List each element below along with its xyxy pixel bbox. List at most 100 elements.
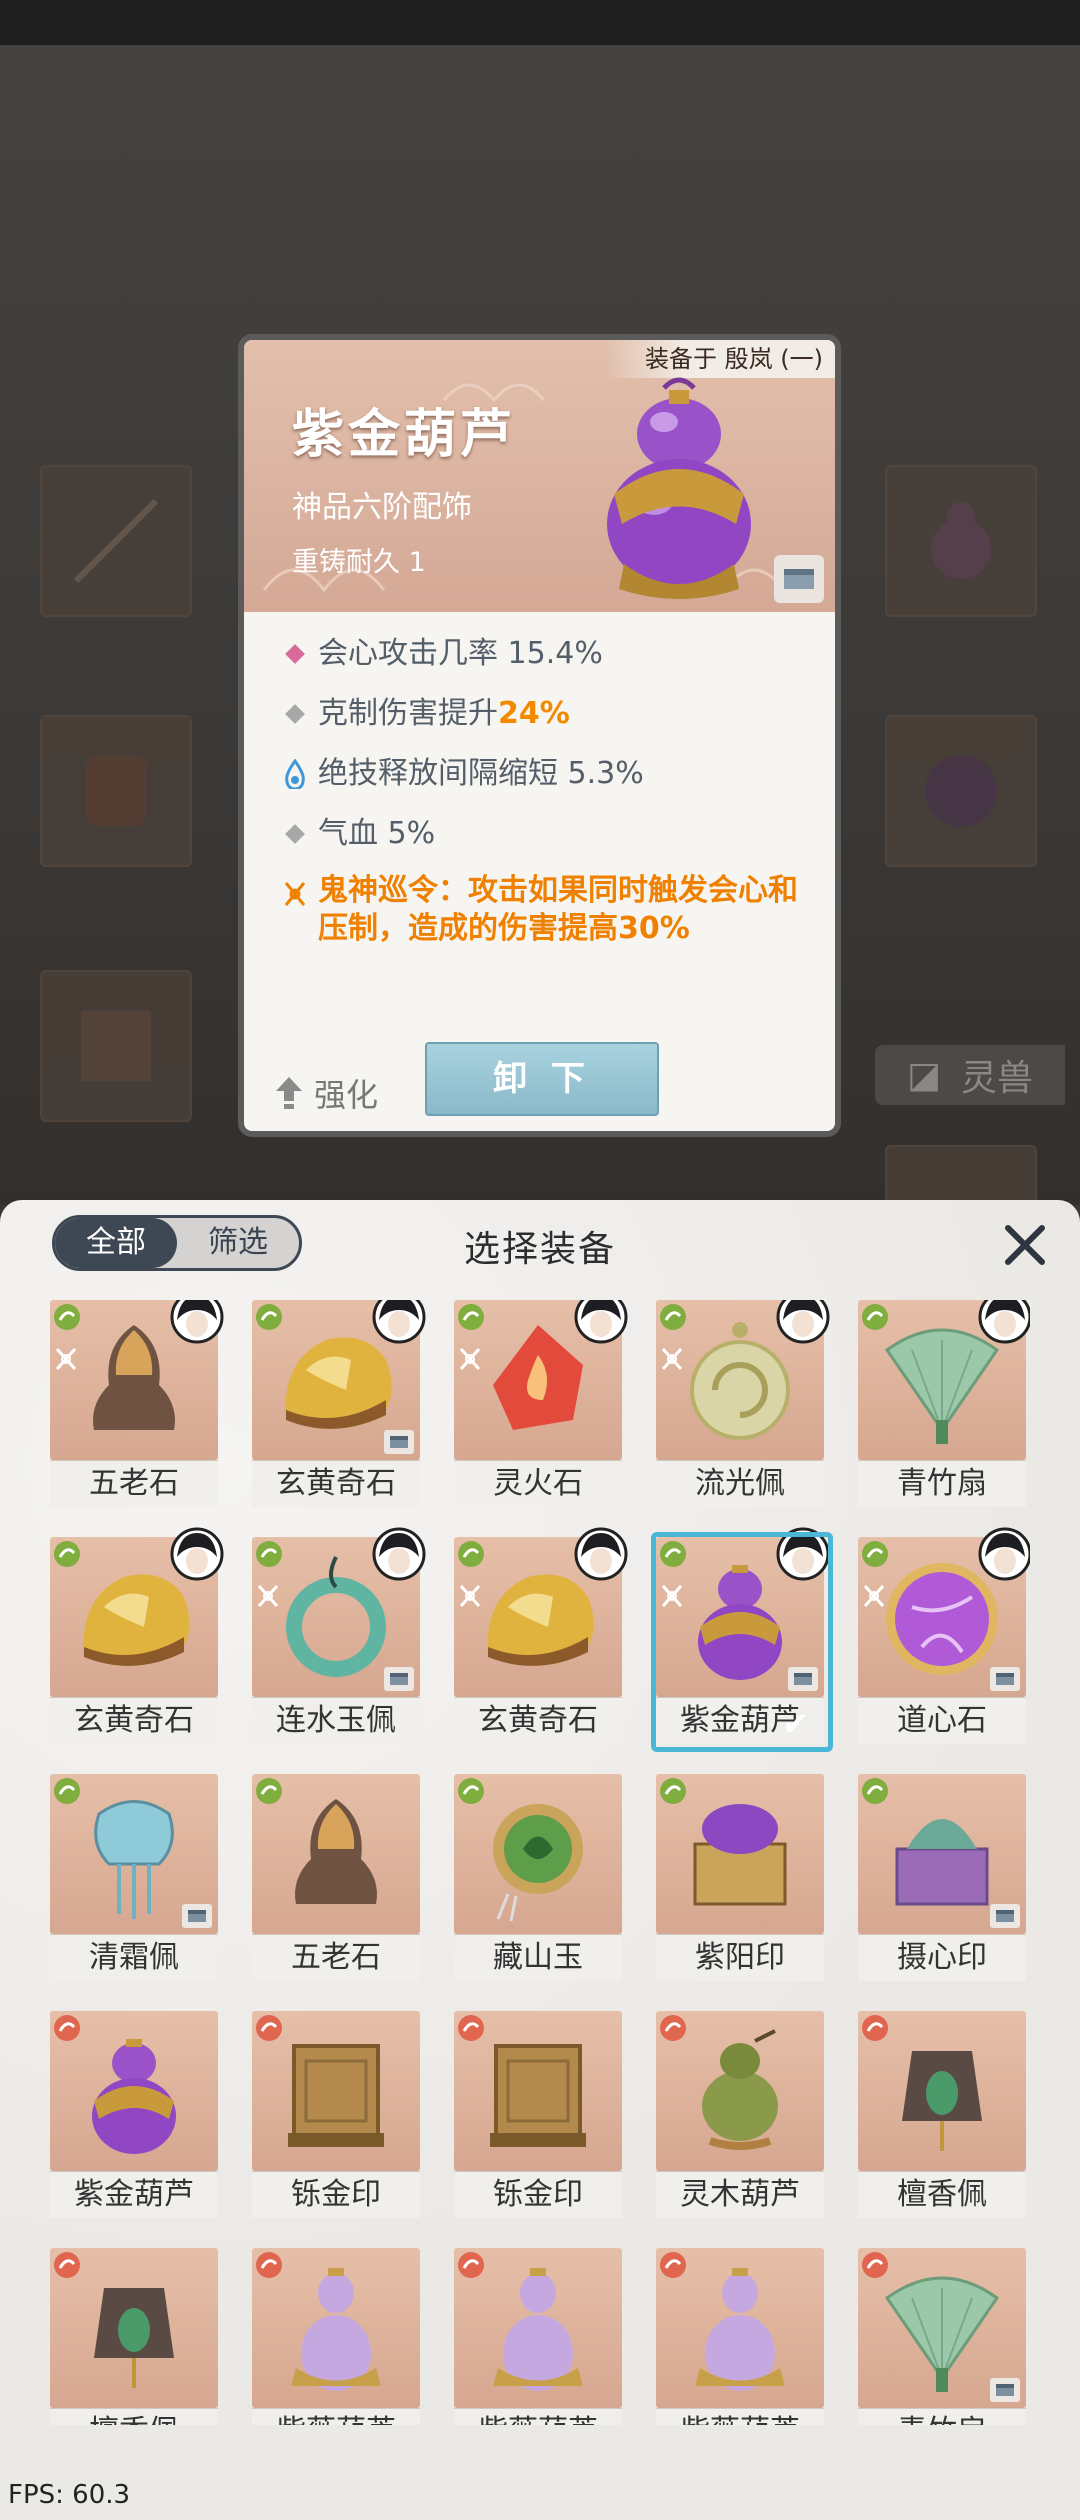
set-knot-icon [54, 1346, 78, 1376]
equipment-slot-accessory[interactable] [885, 465, 1037, 617]
item-name-label: 玄黄奇石 [50, 1697, 218, 1744]
element-icon [254, 1776, 284, 1810]
item-artwork [656, 1537, 824, 1697]
element-icon [860, 1539, 890, 1573]
stat-hp: 气血 5% [272, 812, 832, 856]
equipment-item[interactable]: 紫阳印 [656, 1774, 824, 1981]
equipment-item[interactable]: 檀香佩 [858, 2011, 1026, 2218]
sandal-icon [902, 2051, 982, 2151]
owner-avatar [170, 1527, 224, 1585]
equipment-item-selected[interactable]: 紫金葫芦 ✔ [651, 1527, 833, 1752]
element-icon [860, 2250, 890, 2284]
fan-icon [884, 2276, 1000, 2392]
close-icon[interactable] [1000, 1220, 1050, 1270]
equipment-selection-panel: 全部 筛选 选择装备 五老石 玄黄奇石 灵火石 流光佩 青竹扇 玄黄奇石 连水玉佩 玄黄奇石紫… [0, 1200, 1080, 2520]
element-icon [658, 2250, 688, 2284]
set-knot-icon [862, 1583, 886, 1613]
equipment-grid: 五老石 玄黄奇石 灵火石 流光佩 青竹扇 玄黄奇石 连水玉佩 玄黄奇石 紫金葫芦 ✔ 道心石 清霜佩五… [50, 1300, 1030, 2425]
element-icon [860, 1302, 890, 1336]
storage-box-icon[interactable] [774, 555, 824, 603]
vase-icon [695, 2268, 785, 2391]
item-name-label: 紫金葫芦 [50, 2171, 218, 2218]
stat-list: 会心攻击几率 15.4% 克制伤害提升 24% 绝技释放间隔缩短 5.3% 气血 … [272, 632, 832, 964]
storage-box-icon [384, 1667, 414, 1691]
seal-green-icon [895, 1819, 989, 1906]
equipment-slot-armor[interactable] [40, 715, 192, 867]
stat-highlight-value: 24% [498, 696, 570, 731]
equipment-item[interactable]: 灵木葫芦 [656, 2011, 824, 2218]
storage-box-icon [182, 1904, 212, 1928]
gourd-icon [698, 1565, 782, 1680]
element-icon [52, 2250, 82, 2284]
stat-text: 气血 5% [318, 816, 436, 851]
pink-diamond-icon [272, 632, 318, 676]
owner-avatar [978, 1300, 1030, 1348]
item-name-label: 青竹扇 [858, 2408, 1026, 2425]
equipment-item[interactable]: 藏山玉 [454, 1774, 622, 1981]
gray-diamond-icon [272, 812, 318, 856]
element-icon [254, 2013, 284, 2047]
item-name-label: 檀香佩 [50, 2408, 218, 2425]
equipment-item[interactable]: 五老石 [252, 1774, 420, 1981]
owner-avatar [574, 1527, 628, 1585]
stat-text: 会心攻击几率 15.4% [318, 636, 603, 671]
equipment-item[interactable]: 玄黄奇石 [252, 1300, 426, 1507]
item-name: 紫金葫芦 [292, 404, 517, 465]
equipment-item[interactable]: 连水玉佩 [252, 1527, 426, 1744]
unequip-button[interactable]: 卸 下 [425, 1042, 659, 1116]
equipment-slot-weapon[interactable] [40, 465, 192, 617]
spirit-beast-tab[interactable]: ◪ 灵兽 [875, 1045, 1065, 1105]
item-name-label: 灵木葫芦 [656, 2171, 824, 2218]
item-name-label: 五老石 [50, 1460, 218, 1507]
set-knot-icon [458, 1346, 482, 1376]
equipment-item[interactable]: 铄金印 [454, 2011, 622, 2218]
element-icon [456, 2013, 486, 2047]
element-icon [456, 2250, 486, 2284]
frost-icon [94, 1800, 174, 1919]
seal-gold-icon [288, 2044, 384, 2147]
storage-box-icon [990, 1904, 1020, 1928]
owner-avatar [776, 1300, 830, 1348]
set-knot-icon [660, 1346, 684, 1376]
equipment-item[interactable]: 紫薇葫芦 [252, 2248, 420, 2425]
jade-icon [493, 1804, 583, 1922]
equipment-item[interactable]: 紫金葫芦 [50, 2011, 218, 2218]
equipment-item[interactable]: 铄金印 [252, 2011, 420, 2218]
item-name-label: 清霜佩 [50, 1934, 218, 1981]
enhance-button[interactable]: 强化 [274, 1070, 378, 1116]
equipment-item[interactable]: 流光佩 [656, 1300, 830, 1507]
item-name-label: 玄黄奇石 [252, 1460, 420, 1507]
equipment-item[interactable]: 清霜佩 [50, 1774, 218, 1981]
element-icon [456, 1539, 486, 1573]
equipment-item[interactable]: 道心石 [858, 1527, 1030, 1744]
set-effect: 鬼神巡令：攻击如果同时触发会心和 压制，造成的伤害提高30% [272, 872, 832, 948]
element-icon [456, 1776, 486, 1810]
storage-box-icon [384, 1430, 414, 1454]
element-icon [254, 2250, 284, 2284]
water-drop-icon [272, 752, 318, 796]
equipment-item[interactable]: 紫薇葫芦 [454, 2248, 622, 2425]
equipment-item[interactable]: 灵火石 [454, 1300, 628, 1507]
item-reforge-durability: 重铸耐久 1 [292, 547, 426, 578]
fps-counter: FPS: 60.3 [8, 2480, 131, 2510]
stat-text: 克制伤害提升 [318, 696, 498, 731]
storage-box-icon [990, 1667, 1020, 1691]
gourd-icon [92, 2039, 176, 2154]
equipment-item[interactable]: 摄心印 [858, 1774, 1026, 1981]
element-icon [52, 2013, 82, 2047]
equipment-item[interactable]: 五老石 [50, 1300, 224, 1507]
equipment-item[interactable]: 青竹扇 [858, 1300, 1030, 1507]
stat-counter-damage: 克制伤害提升 24% [272, 692, 832, 736]
equipment-item[interactable]: 玄黄奇石 [454, 1527, 628, 1744]
equipment-item[interactable]: 玄黄奇石 [50, 1527, 224, 1744]
item-name-label: 青竹扇 [858, 1460, 1026, 1507]
enhance-label: 强化 [314, 1076, 379, 1114]
stat-text: 绝技释放间隔缩短 5.3% [318, 756, 644, 791]
equipment-slot-orb[interactable] [885, 715, 1037, 867]
stat-skill-interval: 绝技释放间隔缩短 5.3% [272, 752, 832, 796]
equipment-item[interactable]: 紫薇葫芦 [656, 2248, 824, 2425]
element-icon [860, 2013, 890, 2047]
equipment-slot-book[interactable] [40, 970, 192, 1122]
equipment-item[interactable]: 青竹扇 [858, 2248, 1026, 2425]
equipment-item[interactable]: 檀香佩 [50, 2248, 218, 2425]
